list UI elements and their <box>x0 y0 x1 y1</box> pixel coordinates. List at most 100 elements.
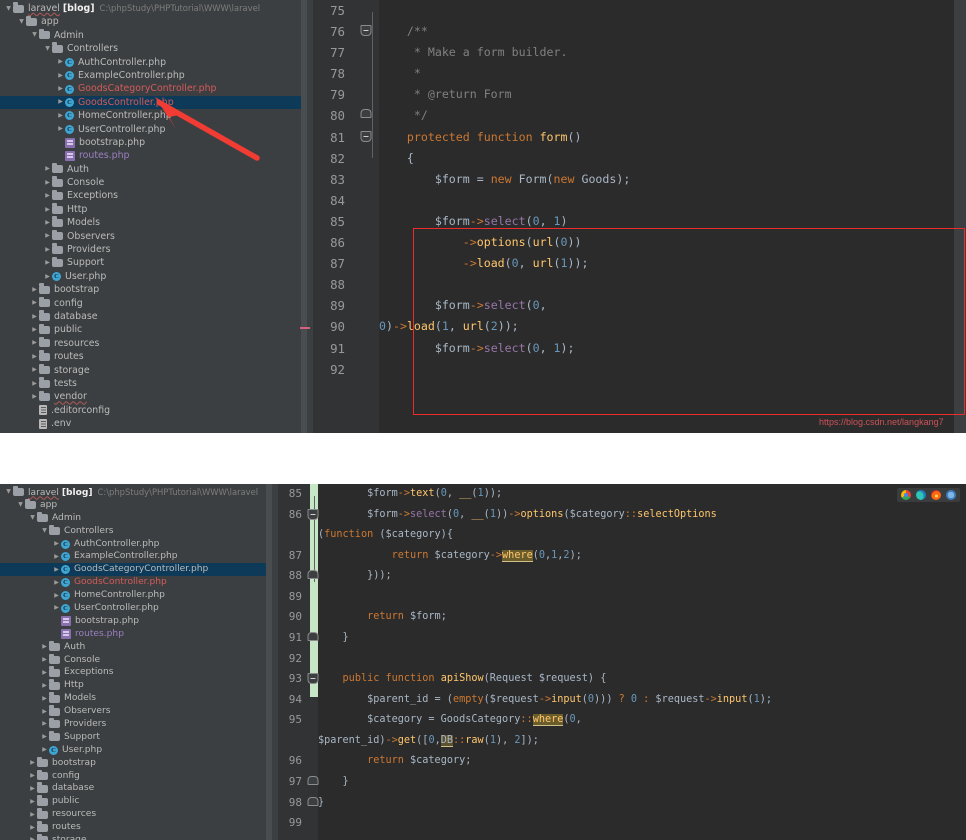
chevron-right-icon[interactable] <box>52 567 61 573</box>
chevron-right-icon[interactable] <box>43 260 52 266</box>
code-editor-top[interactable]: 75 76 /** 77 * Make a form builder. 78 * 79 … <box>313 0 966 433</box>
tree-row-public[interactable]: public <box>0 795 272 808</box>
chevron-right-icon[interactable] <box>30 354 39 360</box>
chevron-right-icon[interactable] <box>43 207 52 213</box>
firefox-icon[interactable] <box>931 490 941 500</box>
tree-row-root[interactable]: laravel [blog]C:\phpStudy\PHPTutorial\WW… <box>0 486 272 499</box>
tree-row-support[interactable]: Support <box>0 731 272 744</box>
tree-row-console[interactable]: Console <box>0 176 307 189</box>
chevron-down-icon[interactable] <box>17 19 26 25</box>
chevron-right-icon[interactable] <box>40 644 49 650</box>
tree-row-homecontroller-php[interactable]: HomeController.php <box>0 589 272 602</box>
chevron-right-icon[interactable] <box>43 220 52 226</box>
tree-row-http[interactable]: Http <box>0 679 272 692</box>
tree-row-storage[interactable]: storage <box>0 834 272 840</box>
tree-row-resources[interactable]: resources <box>0 337 307 350</box>
chevron-right-icon[interactable] <box>56 126 65 132</box>
code-line[interactable]: 86 ->options(url(0)) <box>313 232 966 253</box>
tree-row-goodscategorycontroller-php[interactable]: GoodsCategoryController.php <box>0 82 307 95</box>
tree-row-routes-php[interactable]: routes.php <box>0 149 307 162</box>
code-line[interactable]: 92 <box>278 649 966 670</box>
tree-row-homecontroller-php[interactable]: HomeController.php <box>0 109 307 122</box>
tree-row-auth[interactable]: Auth <box>0 641 272 654</box>
tree-row--env[interactable]: .env <box>0 417 307 430</box>
chevron-right-icon[interactable] <box>30 367 39 373</box>
fold-end-icon[interactable] <box>308 632 319 641</box>
code-line[interactable]: 75 <box>313 0 966 21</box>
chevron-right-icon[interactable] <box>43 166 52 172</box>
tree-row-auth[interactable]: Auth <box>0 163 307 176</box>
code-lines-top[interactable]: 75 76 /** 77 * Make a form builder. 78 * 79 … <box>313 0 966 433</box>
tree-row-observers[interactable]: Observers <box>0 230 307 243</box>
tree-row-observers[interactable]: Observers <box>0 705 272 718</box>
chevron-right-icon[interactable] <box>43 274 52 280</box>
tree-row-bootstrap[interactable]: bootstrap <box>0 283 307 296</box>
code-line[interactable]: 90 <box>313 316 966 337</box>
tree-row-controllers[interactable]: Controllers <box>0 525 272 538</box>
code-line[interactable]: 92 <box>313 359 966 380</box>
code-line[interactable]: 89 $form->select(0, 0)->load(1, ur… <box>313 295 966 316</box>
tree-row-routes[interactable]: routes <box>0 350 307 363</box>
chevron-right-icon[interactable] <box>28 799 37 805</box>
code-line[interactable]: 77 * Make a form builder. <box>313 42 966 63</box>
code-lines-bottom[interactable]: 85 $form->text(0, __(1)); 86 $form->s… <box>278 484 966 840</box>
chevron-right-icon[interactable] <box>52 593 61 599</box>
tree-row-public[interactable]: public <box>0 323 307 336</box>
chevron-right-icon[interactable] <box>56 86 65 92</box>
chevron-right-icon[interactable] <box>52 580 61 586</box>
tree-row-examplecontroller-php[interactable]: ExampleController.php <box>0 550 272 563</box>
edge-icon[interactable] <box>916 490 926 500</box>
code-line[interactable]: 81 protected function form() <box>313 127 966 148</box>
tree-row-admin[interactable]: Admin <box>0 29 307 42</box>
tree-row-config[interactable]: config <box>0 297 307 310</box>
chevron-right-icon[interactable] <box>40 734 49 740</box>
tree-row-vendor[interactable]: vendor <box>0 390 307 403</box>
fold-collapse-icon[interactable] <box>361 25 372 36</box>
code-line[interactable]: 89 <box>278 587 966 608</box>
chevron-right-icon[interactable] <box>30 381 39 387</box>
chevron-right-icon[interactable] <box>40 670 49 676</box>
code-line[interactable]: 87 ->load(0, url(1)); <box>313 253 966 274</box>
tree-row-http[interactable]: Http <box>0 203 307 216</box>
opera-icon[interactable] <box>946 490 956 500</box>
tree-row-root[interactable]: laravel [blog]C:\phpStudy\PHPTutorial\WW… <box>0 2 307 15</box>
tree-row-authcontroller-php[interactable]: AuthController.php <box>0 538 272 551</box>
chevron-down-icon[interactable] <box>4 6 13 12</box>
chevron-right-icon[interactable] <box>28 786 37 792</box>
tree-row-resources[interactable]: resources <box>0 808 272 821</box>
code-line[interactable]: 95 $category = GoodsCategory::where(0,… <box>278 710 966 751</box>
code-line[interactable]: 93 public function apiShow(Request $requ… <box>278 669 966 690</box>
code-line[interactable]: 80 */ <box>313 105 966 126</box>
chevron-right-icon[interactable] <box>30 327 39 333</box>
tree-row-app[interactable]: app <box>0 15 307 28</box>
chevron-right-icon[interactable] <box>43 247 52 253</box>
code-line[interactable]: 76 /** <box>313 21 966 42</box>
code-line[interactable]: 99 <box>278 813 966 834</box>
chevron-right-icon[interactable] <box>56 59 65 65</box>
chevron-right-icon[interactable] <box>56 73 65 79</box>
browser-launcher-bar[interactable] <box>897 488 960 502</box>
chevron-right-icon[interactable] <box>40 709 49 715</box>
tree-row-user-php[interactable]: User.php <box>0 270 307 283</box>
code-line[interactable]: 82 { <box>313 148 966 169</box>
project-tree-bottom[interactable]: laravel [blog]C:\phpStudy\PHPTutorial\WW… <box>0 484 272 840</box>
chevron-right-icon[interactable] <box>28 760 37 766</box>
chrome-icon[interactable] <box>901 490 911 500</box>
chevron-right-icon[interactable] <box>30 300 39 306</box>
tree-row-admin[interactable]: Admin <box>0 512 272 525</box>
tree-row-examplecontroller-php[interactable]: ExampleController.php <box>0 69 307 82</box>
code-line[interactable]: 91 } <box>278 628 966 649</box>
chevron-right-icon[interactable] <box>40 721 49 727</box>
tree-row-user-php[interactable]: User.php <box>0 744 272 757</box>
code-line[interactable]: 78 * <box>313 63 966 84</box>
code-line[interactable]: 84 <box>313 190 966 211</box>
tree-row-support[interactable]: Support <box>0 256 307 269</box>
tree-row-bootstrap[interactable]: bootstrap <box>0 757 272 770</box>
fold-end-icon[interactable] <box>308 776 319 785</box>
tree-row-bootstrap-php[interactable]: bootstrap.php <box>0 136 307 149</box>
chevron-right-icon[interactable] <box>30 394 39 400</box>
chevron-down-icon[interactable] <box>43 46 52 52</box>
tree-row-storage[interactable]: storage <box>0 364 307 377</box>
chevron-down-icon[interactable] <box>30 32 39 38</box>
chevron-right-icon[interactable] <box>30 314 39 320</box>
